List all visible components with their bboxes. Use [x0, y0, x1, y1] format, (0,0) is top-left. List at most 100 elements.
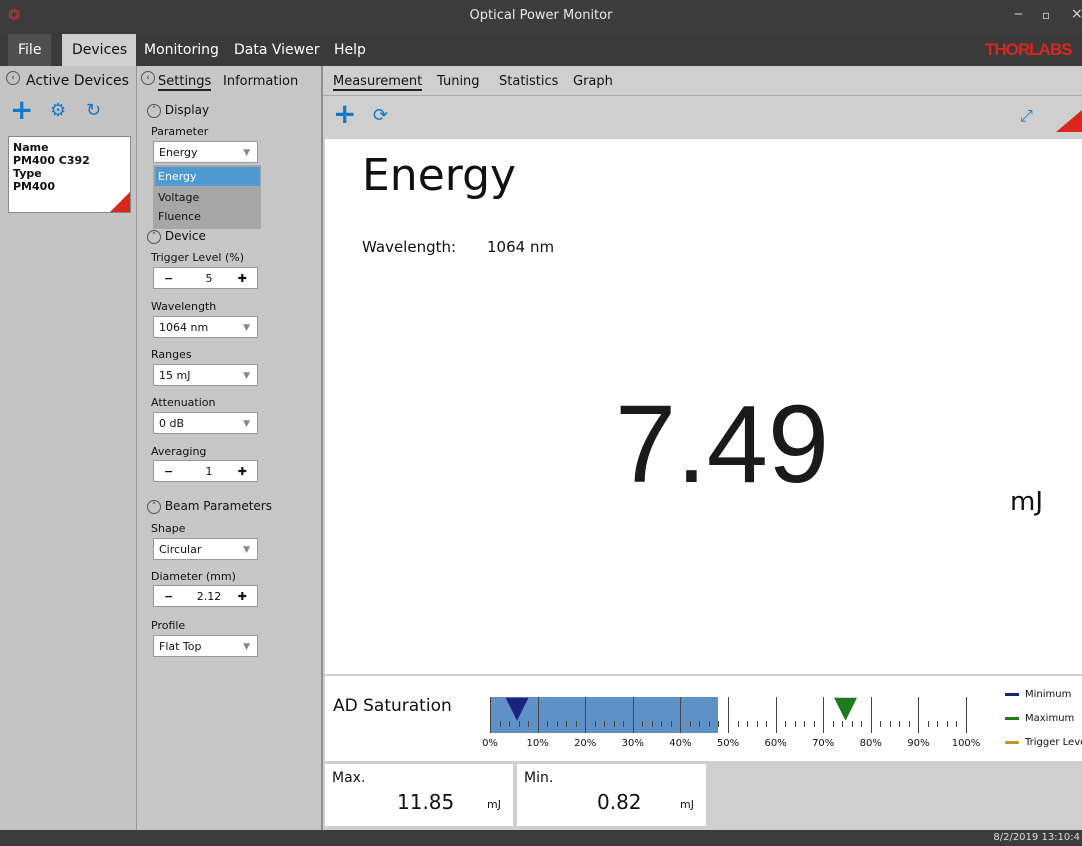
tab-graph[interactable]: Graph: [573, 74, 613, 89]
scale-label: 50%: [716, 738, 740, 749]
device-card[interactable]: Name PM400 C392 Type PM400: [8, 136, 131, 213]
scale-tick: [689, 721, 691, 727]
scale-tick: [661, 721, 663, 727]
tab-statistics[interactable]: Statistics: [499, 74, 558, 89]
diameter-stepper[interactable]: −2.12 ✚: [153, 585, 258, 607]
beam-section-toggle[interactable]: ˄ Beam Parameters: [147, 499, 272, 514]
option-energy[interactable]: Energy: [155, 167, 260, 186]
min-label: Min.: [524, 770, 554, 786]
trigger-level-value[interactable]: 5: [184, 268, 234, 290]
scale-tick: [861, 721, 863, 727]
tab-settings[interactable]: Settings: [158, 74, 212, 91]
averaging-increment-button[interactable]: ✚: [238, 461, 247, 483]
profile-select[interactable]: Flat Top ▼: [153, 635, 258, 657]
menu-data-viewer[interactable]: Data Viewer: [224, 34, 329, 66]
scale-tick: [632, 697, 634, 733]
connect-icon[interactable]: ⚙: [50, 100, 66, 121]
scale-tick: [499, 721, 501, 727]
panel-status-corner: [1056, 110, 1082, 132]
menu-help[interactable]: Help: [324, 34, 376, 66]
legend-maximum-swatch: [1005, 716, 1019, 720]
shape-select[interactable]: Circular ▼: [153, 538, 258, 560]
scale-tick: [737, 721, 739, 727]
close-button[interactable]: ×: [1071, 6, 1082, 22]
device-section-toggle[interactable]: ˄ Device: [147, 229, 206, 244]
wavelength-select-value: 1064 nm: [159, 321, 209, 334]
scale-label: 40%: [669, 738, 692, 749]
attenuation-select[interactable]: 0 dB ▼: [153, 412, 258, 434]
scale-tick: [908, 721, 910, 727]
saturation-label: AD Saturation: [333, 696, 452, 716]
diameter-value[interactable]: 2.12: [184, 586, 234, 608]
diameter-increment-button[interactable]: ✚: [238, 586, 247, 608]
attenuation-label: Attenuation: [151, 396, 216, 409]
scale-label: 70%: [812, 738, 835, 749]
min-value: 0.82: [597, 790, 642, 814]
scale-tick: [785, 721, 787, 727]
parameter-select[interactable]: Energy ▼: [153, 141, 258, 163]
scale-tick: [575, 721, 577, 727]
display-section-toggle[interactable]: ˄ Display: [147, 103, 209, 118]
tab-information[interactable]: Information: [223, 74, 298, 89]
add-icon[interactable]: +: [10, 96, 33, 124]
shape-label: Shape: [151, 522, 186, 535]
tab-tuning[interactable]: Tuning: [437, 74, 480, 89]
window-title: Optical Power Monitor: [469, 8, 613, 23]
add-measurement-icon[interactable]: +: [333, 100, 356, 128]
attenuation-select-value: 0 dB: [159, 417, 185, 430]
averaging-stepper[interactable]: −1 ✚: [153, 460, 258, 482]
profile-select-value: Flat Top: [159, 640, 202, 653]
device-type: PM400: [13, 180, 55, 193]
device-section-label: Device: [164, 229, 206, 243]
scale-tick: [537, 697, 539, 733]
parameter-dropdown-list: Energy Voltage Fluence: [153, 165, 261, 229]
collapse-devices-icon[interactable]: ‹: [6, 70, 20, 85]
diameter-decrement-button[interactable]: −: [164, 586, 173, 608]
fullscreen-icon[interactable]: ⤢: [1020, 106, 1033, 126]
title-bar: ⏣ Optical Power Monitor ‒ ▫ ×: [0, 0, 1082, 34]
scale-tick: [889, 721, 891, 727]
legend-trigger-swatch: [1005, 740, 1019, 744]
averaging-decrement-button[interactable]: −: [164, 461, 173, 483]
collapse-settings-icon[interactable]: ‹: [141, 70, 155, 85]
scale-tick: [918, 697, 920, 733]
ranges-select[interactable]: 15 mJ ▼: [153, 364, 258, 386]
legend-trigger-label: Trigger Level: [1025, 737, 1082, 748]
refresh-icon[interactable]: ⟳: [373, 105, 388, 126]
wavelength-label: Wavelength: [151, 300, 217, 313]
scale-label: 80%: [859, 738, 882, 749]
menu-monitoring[interactable]: Monitoring: [134, 34, 229, 66]
trigger-increment-button[interactable]: ✚: [238, 268, 247, 290]
scale-tick: [880, 721, 882, 727]
wavelength-select[interactable]: 1064 nm ▼: [153, 316, 258, 338]
option-voltage[interactable]: Voltage: [158, 188, 199, 207]
scale-label: 0%: [482, 738, 498, 749]
legend-maximum: Maximum: [1005, 713, 1074, 724]
minimize-button[interactable]: ‒: [1014, 6, 1023, 22]
scale-tick: [708, 721, 710, 727]
scale-tick: [556, 721, 558, 727]
scale-tick: [613, 721, 615, 727]
scale-tick: [946, 721, 948, 727]
scale-tick: [670, 721, 672, 727]
maximize-button[interactable]: ▫: [1042, 8, 1050, 22]
option-fluence[interactable]: Fluence: [158, 207, 201, 226]
trigger-decrement-button[interactable]: −: [164, 268, 173, 290]
active-devices-title: Active Devices: [26, 73, 129, 89]
menu-devices[interactable]: Devices: [62, 34, 136, 66]
menu-file[interactable]: File: [8, 34, 52, 66]
trigger-level-stepper[interactable]: −5 ✚: [153, 267, 258, 289]
averaging-value[interactable]: 1: [184, 461, 234, 483]
device-name-label: Name: [13, 141, 49, 154]
max-value: 11.85: [397, 790, 455, 814]
brand-logo: THORLABS: [985, 40, 1072, 59]
scale-tick: [623, 721, 625, 727]
tab-measurement[interactable]: Measurement: [333, 74, 423, 91]
link-icon[interactable]: ↻: [86, 100, 101, 121]
status-datetime: 8/2/2019 13:10:4: [993, 832, 1080, 843]
ranges-label: Ranges: [151, 348, 192, 361]
scale-tick: [775, 697, 777, 733]
scale-tick: [966, 697, 967, 733]
scale-tick: [823, 697, 825, 733]
scale-label: 100%: [951, 738, 981, 749]
